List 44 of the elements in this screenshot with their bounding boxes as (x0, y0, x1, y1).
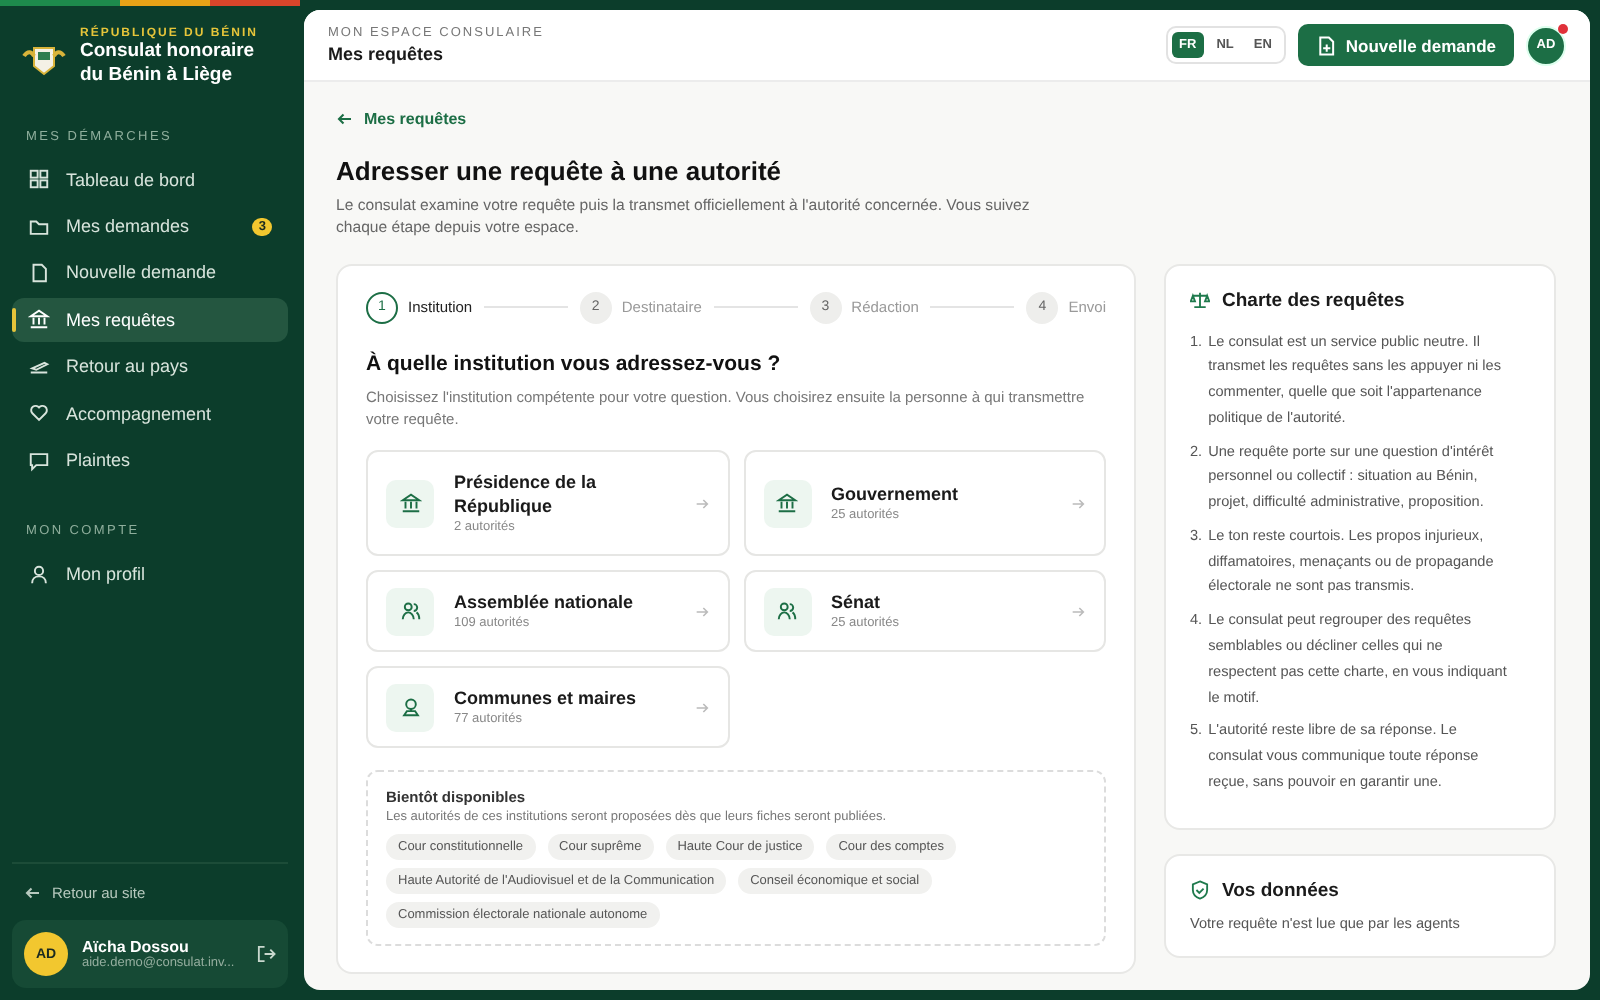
question-heading: À quelle institution vous adressez-vous ? (366, 351, 783, 376)
header-title: Mes requêtes (328, 44, 446, 64)
institution-name: Assemblée nationale (454, 591, 636, 615)
arrow-right-icon (1070, 495, 1086, 512)
institution-name: Sénat (831, 591, 883, 615)
person-pin-icon (386, 683, 434, 732)
nav-item[interactable]: Plaintes (12, 438, 288, 483)
shield-check-icon (1190, 880, 1210, 901)
nav-item[interactable]: Accompagnement (12, 391, 288, 436)
document-icon (28, 261, 50, 284)
message-icon (28, 449, 50, 472)
new-request-button[interactable]: Nouvelle demande (1297, 24, 1514, 66)
people-icon (763, 587, 811, 636)
logout-icon[interactable] (256, 944, 276, 964)
brand-title: Consulat honoraire du Bénin à Liège (80, 40, 257, 90)
nav-item[interactable]: Mes requêtes (12, 297, 288, 342)
bank-icon (386, 479, 434, 528)
scale-icon (1190, 290, 1210, 311)
institution-name: Gouvernement (831, 483, 961, 507)
back-link[interactable]: Mes requêtes (336, 110, 467, 128)
nav-item[interactable]: Tableau de bord (12, 157, 288, 202)
folder-icon (28, 215, 50, 238)
arrow-right-icon (693, 603, 709, 620)
people-icon (386, 587, 434, 636)
arrow-left-icon (24, 884, 42, 902)
arrow-right-icon (1070, 603, 1086, 620)
institution-name: Présidence de la République (454, 471, 599, 519)
heart-icon (28, 402, 50, 425)
charter-title: Charte des requêtes (1222, 289, 1405, 312)
bank-icon (28, 308, 50, 331)
data-title: Vos données (1222, 879, 1339, 902)
nav-item[interactable]: Mon profil (12, 552, 288, 597)
arrow-right-icon (693, 495, 709, 512)
document-plus-icon (1315, 35, 1336, 55)
nav-item[interactable]: Nouvelle demande (12, 250, 288, 295)
arrow-left-icon (336, 110, 354, 128)
institution-name: Communes et maires (454, 687, 639, 711)
bank-icon (763, 479, 811, 528)
grid-icon (28, 168, 50, 191)
user-name: Aïcha Dossou (82, 938, 191, 956)
arrow-right-icon (693, 699, 709, 716)
nav-item[interactable]: Retour au pays (12, 344, 288, 389)
page-title: Adresser une requête à une autorité (336, 156, 784, 186)
user-icon (28, 563, 50, 586)
